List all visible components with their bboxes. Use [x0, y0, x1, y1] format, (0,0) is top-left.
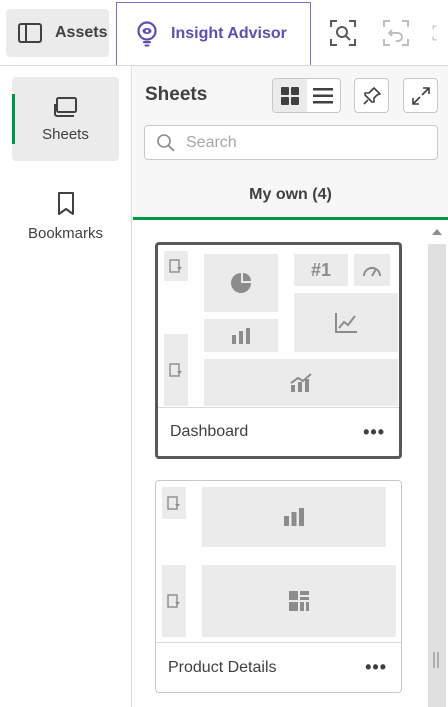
sheet-thumbnail: [162, 487, 396, 644]
sheet-card-product-details[interactable]: Product Details •••: [155, 480, 402, 693]
table-chart-icon: [288, 590, 310, 612]
grid-icon: [280, 86, 299, 105]
expand-icon: [411, 86, 431, 106]
pie-chart-icon: [230, 272, 252, 294]
sheet-name: Dashboard: [170, 423, 249, 440]
filter-icon: [169, 363, 183, 377]
list-view-button[interactable]: [307, 79, 341, 112]
pie-chart-tile: [204, 254, 278, 312]
more-options-button[interactable]: •••: [363, 422, 385, 443]
scrollbar-thumb[interactable]: [428, 244, 446, 707]
grid-view-button[interactable]: [273, 79, 307, 112]
sheet-card-footer: Product Details •••: [156, 642, 401, 692]
drag-grip-icon: [432, 652, 440, 668]
sheet-name: Product Details: [168, 658, 277, 676]
sheet-list: #1 Dashboard ••• Product Details •••: [133, 220, 426, 707]
filter-pane-tile: [162, 487, 186, 519]
insight-advisor-label: Insight Advisor: [171, 25, 287, 42]
sheet-thumbnail: #1: [164, 251, 398, 406]
gauge-tile: [354, 254, 390, 286]
pin-button[interactable]: [354, 78, 389, 113]
line-chart-tile: [294, 293, 398, 352]
sheets-panel: Sheets My own (4): [133, 66, 448, 707]
bar-chart-icon: [231, 327, 251, 345]
line-chart-icon: [334, 312, 358, 334]
bar-chart-tile: [202, 487, 386, 547]
search-box[interactable]: [144, 125, 438, 160]
vertical-scrollbar[interactable]: [426, 220, 448, 707]
filter-icon: [167, 594, 181, 608]
filter-icon: [167, 496, 181, 510]
kpi-label: #1: [310, 259, 332, 280]
bookmark-icon: [56, 191, 76, 217]
list-icon: [313, 87, 334, 104]
gauge-icon: [362, 262, 382, 278]
bar-chart-icon: [283, 507, 305, 527]
top-toolbar: Assets Insight Advisor: [0, 0, 448, 66]
tab-my-own[interactable]: My own (4): [133, 170, 448, 220]
nav-label-sheets: Sheets: [42, 125, 89, 143]
search-input[interactable]: [186, 133, 426, 152]
table-tile: [202, 565, 396, 637]
sheet-card-footer: Dashboard •••: [158, 407, 399, 456]
step-forward-icon[interactable]: [432, 17, 448, 49]
nav-item-bookmarks[interactable]: Bookmarks: [12, 174, 119, 258]
filter-icon: [169, 259, 183, 273]
left-navigation: Sheets Bookmarks: [0, 66, 132, 707]
combo-chart-icon: [289, 372, 313, 393]
assets-button[interactable]: Assets: [6, 9, 109, 57]
pin-icon: [362, 86, 382, 106]
combo-chart-tile: [204, 359, 398, 406]
sheet-icon: [53, 96, 79, 118]
nav-label-bookmarks: Bookmarks: [27, 224, 104, 242]
nav-item-sheets[interactable]: Sheets: [12, 77, 119, 161]
panel-title: Sheets: [145, 84, 208, 105]
expand-button[interactable]: [403, 78, 438, 113]
insight-advisor-button[interactable]: Insight Advisor: [116, 2, 311, 65]
scroll-up-arrow-icon[interactable]: [431, 228, 443, 236]
search-icon: [156, 133, 176, 153]
smart-search-icon[interactable]: [328, 17, 358, 49]
sheet-card-dashboard[interactable]: #1 Dashboard •••: [155, 242, 402, 459]
filter-pane-tile: [162, 565, 186, 637]
nav-active-indicator: [12, 94, 15, 144]
view-toggle: [272, 78, 341, 113]
bar-chart-tile: [204, 319, 278, 352]
assets-label: Assets: [55, 24, 108, 41]
panel-toggle-icon: [18, 23, 42, 43]
clear-selection-step-back-icon[interactable]: [381, 17, 411, 49]
filter-pane-tile: [164, 251, 188, 281]
more-options-button[interactable]: •••: [365, 657, 387, 678]
insight-bulb-icon: [135, 21, 159, 47]
filter-pane-tile: [164, 334, 188, 406]
kpi-tile: #1: [294, 254, 348, 286]
